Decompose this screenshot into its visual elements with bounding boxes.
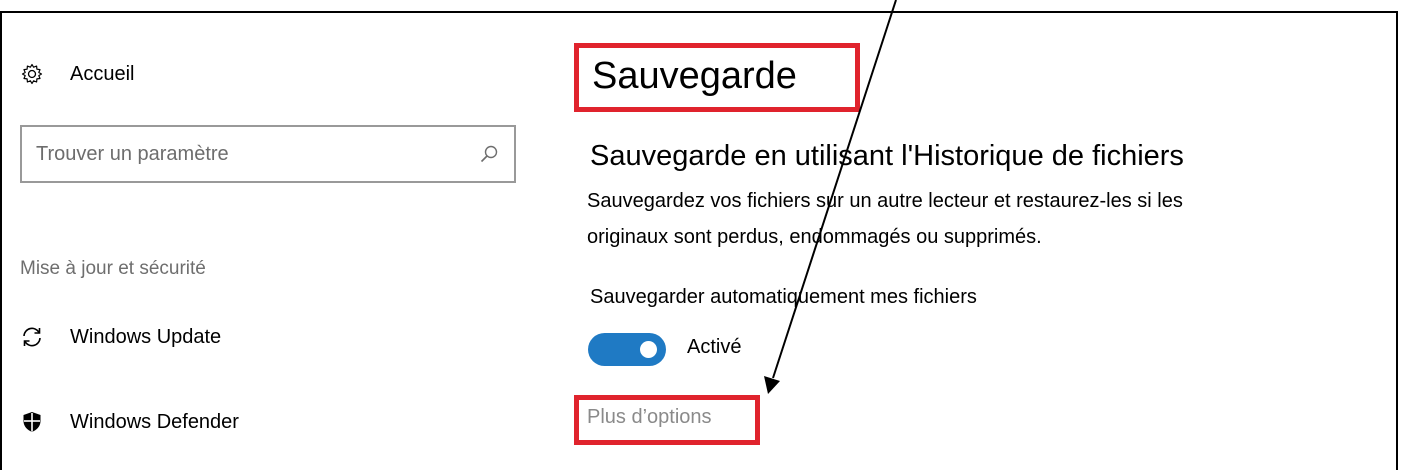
arrow-head — [764, 376, 780, 394]
annotation-arrow — [764, 0, 897, 394]
arrow-line — [772, 0, 897, 379]
